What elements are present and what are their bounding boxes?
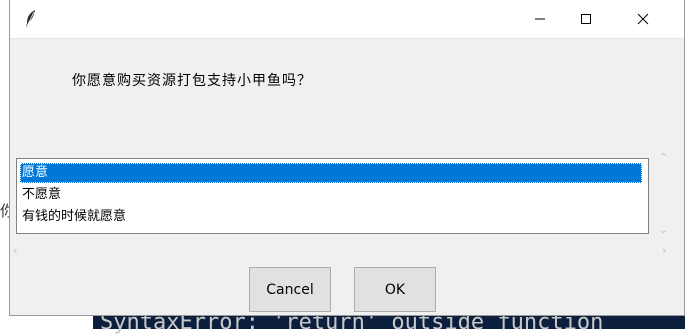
list-item-option-1[interactable]: 愿意 [20, 163, 642, 183]
scroll-left-icon[interactable]: ‹ [13, 245, 17, 256]
vertical-scrollbar[interactable]: ⌃ ⌄ [655, 152, 672, 242]
close-icon [637, 13, 649, 25]
scroll-up-icon[interactable]: ⌃ [659, 152, 668, 163]
cancel-button[interactable]: Cancel [249, 267, 331, 312]
dialog-prompt: 你愿意购买资源打包支持小甲鱼吗？ [72, 73, 312, 89]
choice-listbox[interactable]: 愿意 不愿意 有钱的时候就愿意 [16, 158, 649, 234]
horizontal-scrollbar[interactable]: ‹ › [10, 244, 676, 258]
dialog-window: 你愿意购买资源打包支持小甲鱼吗？ 愿意 不愿意 有钱的时候就愿意 ⌃ ⌄ ‹ ›… [9, 0, 685, 316]
feather-icon [26, 10, 35, 28]
scroll-right-icon[interactable]: › [662, 245, 666, 256]
scroll-down-icon[interactable]: ⌄ [659, 224, 668, 235]
maximize-icon [581, 14, 591, 24]
list-item-option-2[interactable]: 不愿意 [20, 185, 61, 205]
ok-button[interactable]: OK [354, 267, 436, 312]
maximize-button[interactable] [563, 0, 609, 38]
list-item-option-3[interactable]: 有钱的时候就愿意 [20, 207, 126, 227]
minimize-icon [535, 18, 545, 20]
close-button[interactable] [620, 0, 666, 38]
title-bar[interactable] [10, 0, 684, 39]
minimize-button[interactable] [517, 0, 563, 38]
